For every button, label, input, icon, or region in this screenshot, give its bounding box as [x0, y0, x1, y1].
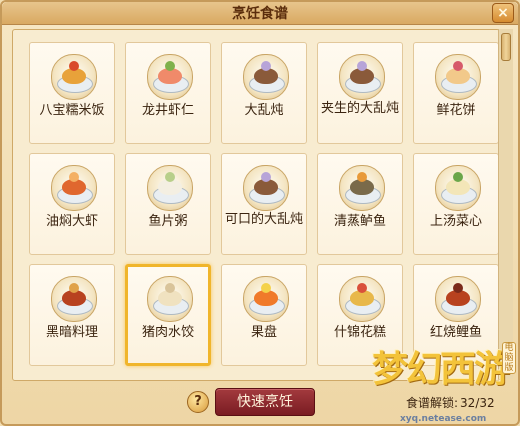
assorted-cake-icon	[339, 276, 385, 322]
quick-cook-button[interactable]: 快速烹饪	[215, 388, 315, 416]
fish-porridge-icon	[147, 165, 193, 211]
recipe-name: 鲜花饼	[436, 103, 476, 118]
undercooked-stew-icon	[339, 54, 385, 100]
recipe-card[interactable]: 鱼片粥	[125, 153, 211, 255]
logo-subtitle: 电脑版	[502, 342, 516, 374]
steamed-perch-icon	[339, 165, 385, 211]
scrollbar-thumb[interactable]	[501, 33, 511, 61]
recipe-card[interactable]: 上汤菜心	[413, 153, 499, 255]
pork-dumpling-icon	[147, 276, 193, 322]
food-garnish-shape	[453, 283, 463, 293]
recipe-card[interactable]: 大乱炖	[221, 42, 307, 144]
fruit-plate-icon	[243, 276, 289, 322]
logo-title: 梦幻西游	[372, 349, 510, 390]
dark-cuisine-icon	[51, 276, 97, 322]
recipe-name: 八宝糯米饭	[39, 103, 105, 118]
recipe-grid: 八宝糯米饭 龙井虾仁 大乱炖 夹生的大乱炖 鲜花饼油焖大虾 鱼片粥 可口的大乱炖 清蒸鲈鱼 上汤…	[29, 42, 499, 366]
food-garnish-shape	[69, 283, 79, 293]
help-button[interactable]: ?	[187, 391, 209, 413]
tasty-stew-icon	[243, 165, 289, 211]
recipe-name: 鱼片粥	[148, 214, 188, 229]
recipe-card[interactable]: 夹生的大乱炖	[317, 42, 403, 144]
eight-treasure-rice-icon	[51, 54, 97, 100]
food-garnish-shape	[453, 61, 463, 71]
recipe-card[interactable]: 黑暗料理	[29, 264, 115, 366]
braised-carp-icon	[435, 276, 481, 322]
food-garnish-shape	[261, 283, 271, 293]
window-title: 烹饪食谱	[232, 6, 288, 22]
recipe-card[interactable]: 油焖大虾	[29, 153, 115, 255]
recipe-name: 夹生的大乱炖	[320, 101, 399, 116]
stew-icon	[243, 54, 289, 100]
game-logo-watermark: 梦幻西游 电脑版 xyq.netease.com	[372, 338, 516, 426]
recipe-card[interactable]: 龙井虾仁	[125, 42, 211, 144]
title-bar: 烹饪食谱 ×	[2, 2, 518, 25]
food-garnish-shape	[165, 283, 175, 293]
close-button[interactable]: ×	[492, 3, 514, 23]
recipe-card[interactable]: 果盘	[221, 264, 307, 366]
food-garnish-shape	[261, 172, 271, 182]
food-garnish-shape	[261, 61, 271, 71]
recipe-name: 黑暗料理	[45, 325, 98, 340]
logo-url: xyq.netease.com	[400, 414, 487, 424]
recipe-list-panel: 八宝糯米饭 龙井虾仁 大乱炖 夹生的大乱炖 鲜花饼油焖大虾 鱼片粥 可口的大乱炖 清蒸鲈鱼 上汤…	[12, 29, 500, 381]
recipe-name: 大乱炖	[244, 103, 284, 118]
recipe-card[interactable]: 清蒸鲈鱼	[317, 153, 403, 255]
recipe-name: 清蒸鲈鱼	[333, 214, 386, 229]
food-garnish-shape	[357, 172, 367, 182]
scrollbar[interactable]	[498, 29, 513, 379]
recipe-name: 上汤菜心	[429, 214, 482, 229]
recipe-card[interactable]: 八宝糯米饭	[29, 42, 115, 144]
recipe-card[interactable]: 鲜花饼	[413, 42, 499, 144]
braised-prawn-icon	[51, 165, 97, 211]
recipe-card[interactable]: 猪肉水饺	[125, 264, 211, 366]
food-garnish-shape	[357, 61, 367, 71]
food-garnish-shape	[69, 61, 79, 71]
recipe-name: 龙井虾仁	[141, 103, 194, 118]
food-garnish-shape	[69, 172, 79, 182]
food-garnish-shape	[165, 61, 175, 71]
recipe-name: 猪肉水饺	[141, 325, 194, 340]
flower-cake-icon	[435, 54, 481, 100]
food-garnish-shape	[165, 172, 175, 182]
recipe-name: 果盘	[250, 325, 277, 340]
food-garnish-shape	[453, 172, 463, 182]
recipe-name: 可口的大乱炖	[224, 212, 303, 227]
longjing-shrimp-icon	[147, 54, 193, 100]
recipe-card[interactable]: 可口的大乱炖	[221, 153, 307, 255]
recipe-name: 油焖大虾	[45, 214, 98, 229]
food-garnish-shape	[357, 283, 367, 293]
vegetable-soup-icon	[435, 165, 481, 211]
